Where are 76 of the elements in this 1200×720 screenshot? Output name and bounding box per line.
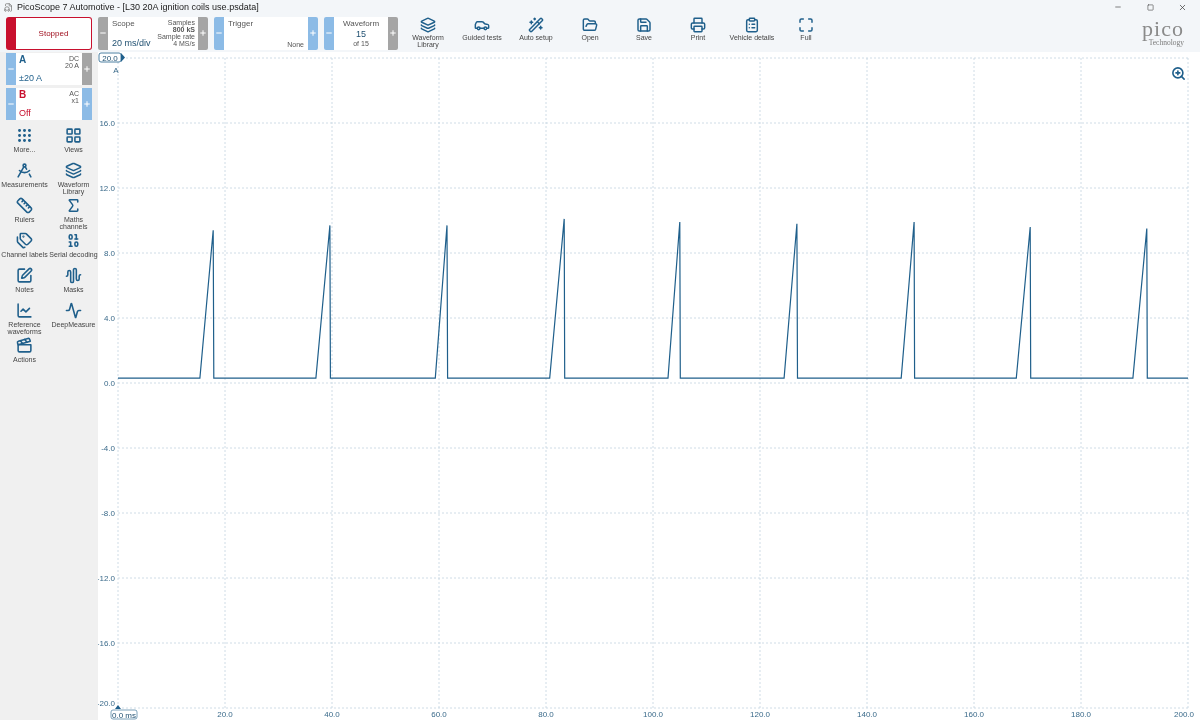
compass-icon [16, 162, 33, 179]
panel-title: Trigger [228, 18, 254, 28]
axis-label: 0.0 [103, 379, 115, 388]
minus-button[interactable] [324, 16, 334, 50]
wand-icon [528, 17, 544, 33]
tags-icon [16, 232, 33, 249]
layers-icon [420, 17, 436, 33]
minus-icon [215, 29, 223, 37]
channel-range[interactable]: ±20 A [19, 73, 42, 83]
axis-label: 40.0 [324, 710, 340, 719]
printer-icon [690, 17, 706, 33]
axis-label: -20.0 [98, 699, 115, 708]
window-title: PicoScope 7 Automotive - [L30 20A ignition coils use.psdata] [17, 2, 260, 12]
axis-label: -4.0 [101, 444, 115, 453]
minimize-icon [1114, 3, 1122, 11]
maximize-icon [1146, 3, 1154, 11]
plus-icon [389, 29, 397, 37]
line-chart-icon [16, 302, 33, 319]
axis-label: 8.0 [103, 249, 115, 258]
axis-label: -8.0 [101, 509, 115, 518]
y-tick-label: 20.0 [102, 53, 119, 63]
layers-icon [65, 162, 82, 179]
run-stop-button[interactable]: Stopped [6, 16, 92, 50]
panel-title: Waveform [342, 19, 380, 28]
logo-text: pico [1142, 18, 1184, 39]
axis-label: 16.0 [99, 119, 115, 128]
grid-icon [65, 127, 82, 144]
axis-label: 100.0 [643, 710, 663, 719]
axis-label: 80.0 [538, 710, 554, 719]
channel-name: B [19, 90, 27, 100]
dots-grid-icon [16, 127, 33, 144]
zoom-icon [1171, 66, 1186, 81]
x-tick-label: 0.0 ms [111, 710, 137, 720]
minus-button[interactable] [214, 16, 224, 50]
plus-icon [83, 100, 91, 108]
channel-range[interactable]: Off [19, 108, 31, 118]
axis-label: 120.0 [750, 710, 770, 719]
plus-button[interactable] [82, 88, 92, 120]
scale-marker[interactable]: 20.0 [98, 52, 125, 63]
plus-button[interactable] [308, 16, 318, 50]
axis-label: -16.0 [98, 639, 115, 648]
minus-icon [7, 65, 15, 73]
axis-label: -12.0 [98, 574, 115, 583]
minus-button[interactable] [6, 53, 16, 85]
minus-button[interactable] [6, 88, 16, 120]
minus-icon [7, 100, 15, 108]
plus-icon [309, 29, 317, 37]
close-icon [1177, 2, 1187, 12]
minus-icon [325, 29, 333, 37]
timebase-value[interactable]: 20 ms/div [112, 37, 151, 48]
waveform-icon [65, 267, 82, 284]
clipboard-icon [744, 17, 760, 33]
axis-label: 60.0 [431, 710, 447, 719]
axis-label: 200.0 [1174, 710, 1194, 719]
ruler-icon [16, 197, 33, 214]
axis-label: 160.0 [964, 710, 984, 719]
pulse-icon [65, 302, 82, 319]
fullscreen-icon [798, 17, 814, 33]
minus-icon [99, 29, 107, 37]
note-pen-icon [16, 267, 33, 284]
save-icon [636, 17, 652, 33]
panel-title: Scope [112, 18, 135, 28]
channel-axis-name: A [113, 66, 119, 75]
plus-icon [199, 29, 207, 37]
axis-label: 180.0 [1071, 710, 1091, 719]
folder-icon [582, 17, 598, 33]
waveform-number[interactable]: 15 [356, 29, 366, 39]
axis-label: 12.0 [99, 184, 115, 193]
channel-name: A [19, 55, 27, 65]
axis-label: 140.0 [857, 710, 877, 719]
binary-icon [65, 232, 82, 249]
clapperboard-icon [16, 337, 33, 354]
plus-icon [83, 65, 91, 73]
axis-label: 20.0 [217, 710, 233, 719]
axis-label: 4.0 [103, 314, 115, 323]
zoom-button[interactable] [1171, 66, 1186, 81]
